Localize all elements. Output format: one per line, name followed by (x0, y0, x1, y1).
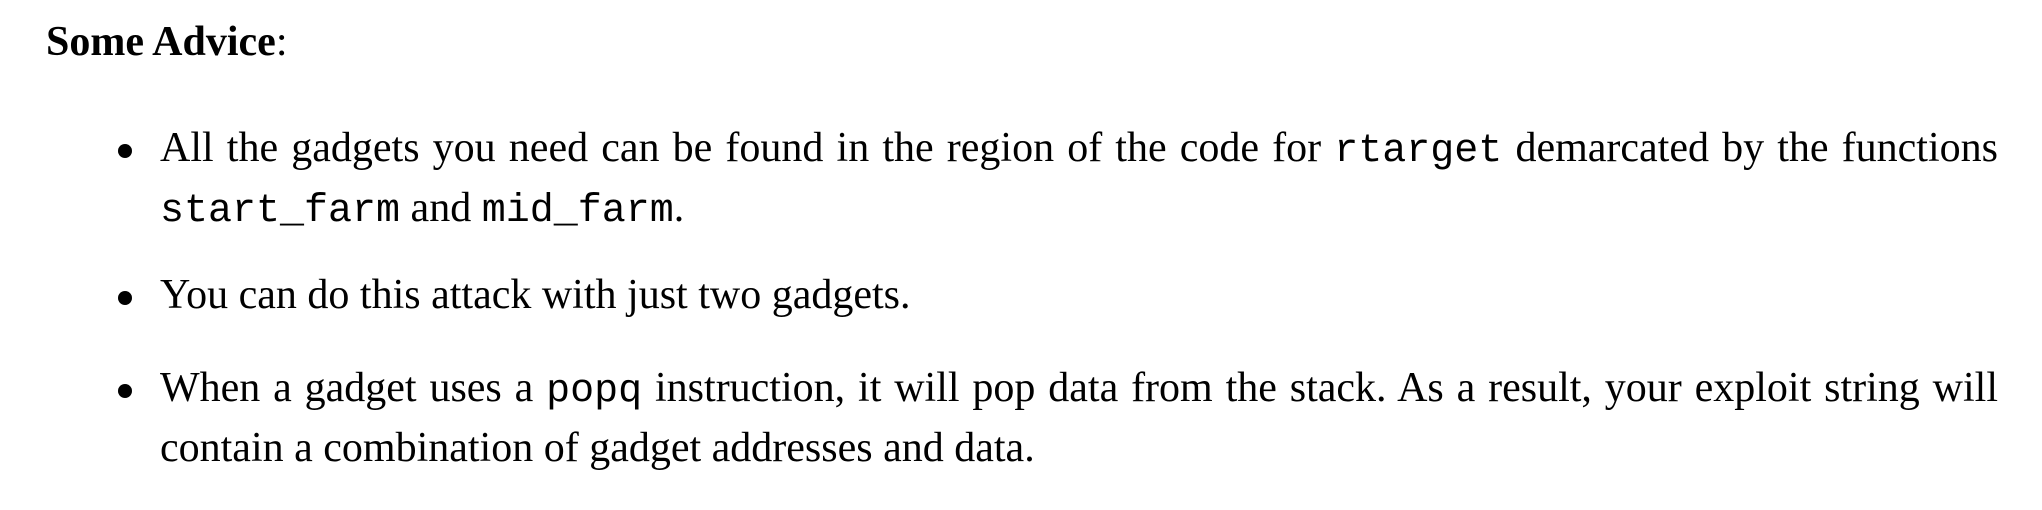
bullet-icon (118, 144, 132, 158)
list-item: When a gadget uses a popq instruction, i… (160, 360, 1998, 477)
item-text: When a gadget uses a (160, 365, 547, 411)
heading-bold-text: Some Advice (46, 19, 276, 65)
section-heading: Some Advice: (46, 14, 287, 70)
item-text: You can do this attack with just two gad… (160, 272, 911, 318)
bullet-icon (118, 291, 132, 305)
bullet-icon (118, 384, 132, 398)
code-mid-farm: mid_farm (481, 189, 674, 234)
item-text: All the gadgets you need can be found in… (160, 125, 1335, 171)
item-text: . (673, 185, 685, 231)
item-text: and (400, 185, 482, 231)
document-page: Some Advice: All the gadgets you need ca… (0, 0, 2042, 510)
code-rtarget: rtarget (1334, 129, 1503, 174)
item-text: demarcated by the functions (1502, 125, 1998, 171)
list-item: All the gadgets you need can be found in… (160, 120, 1998, 240)
list-item: You can do this attack with just two gad… (160, 267, 1998, 324)
code-start-farm: start_farm (160, 189, 401, 234)
code-popq: popq (546, 369, 643, 414)
heading-colon: : (275, 19, 288, 65)
